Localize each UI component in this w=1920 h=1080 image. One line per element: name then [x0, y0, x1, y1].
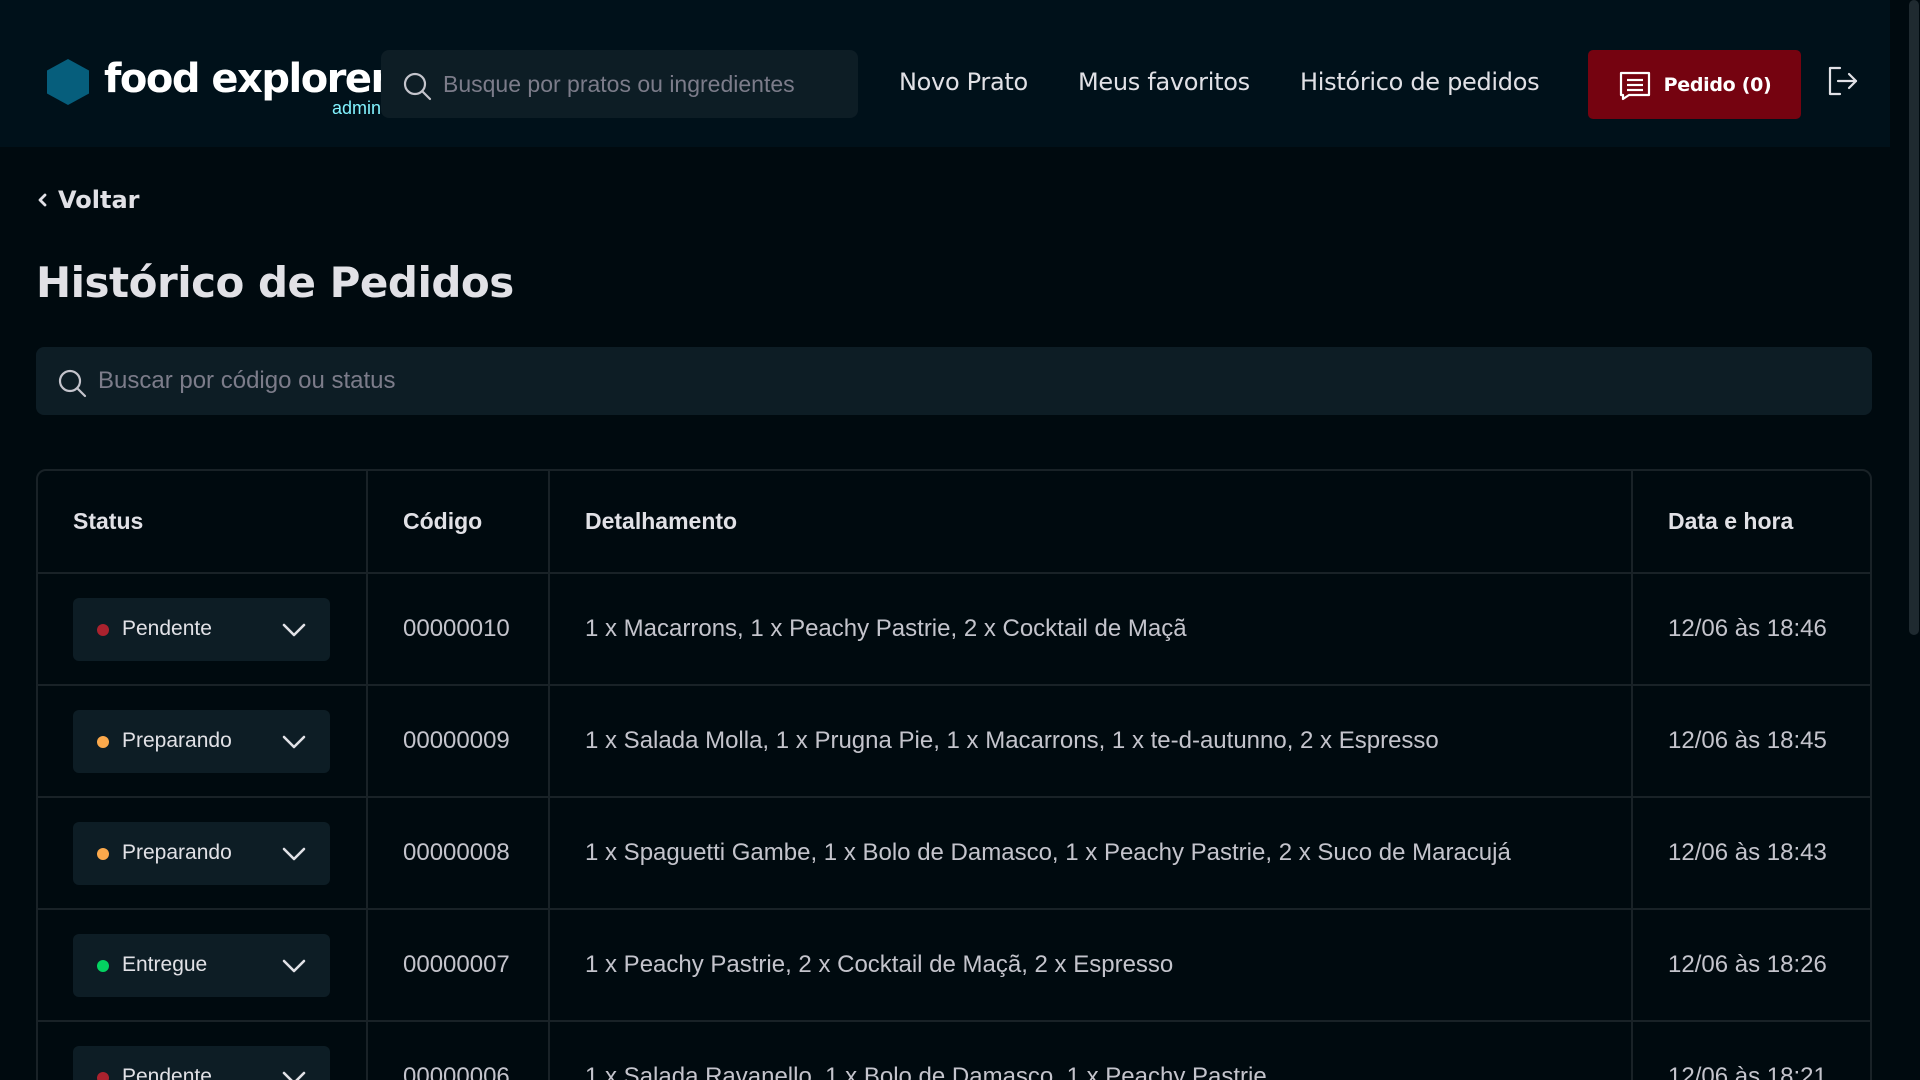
order-datetime: 12/06 às 18:43	[1632, 797, 1870, 910]
header-search-input[interactable]	[443, 50, 843, 118]
orders-search-bar	[36, 347, 1872, 415]
nav-new-dish-link[interactable]: Novo Prato	[899, 68, 1028, 96]
status-dropdown[interactable]: Preparando	[73, 821, 330, 885]
order-datetime: 12/06 às 18:21	[1632, 1021, 1870, 1080]
column-header-details: Detalhamento	[549, 471, 1633, 574]
orders-table: Status Código Detalhamento Data e hora P…	[36, 469, 1872, 1080]
status-dropdown[interactable]: Entregue	[73, 933, 330, 997]
status-cell: Entregue	[38, 909, 368, 1022]
chevron-down-icon	[282, 847, 306, 860]
receipt-icon	[1619, 71, 1650, 100]
status-cell: Preparando	[38, 685, 368, 798]
order-code: 00000008	[367, 797, 550, 910]
back-label: Voltar	[58, 186, 140, 214]
search-icon	[403, 72, 432, 101]
order-code: 00000007	[367, 909, 550, 1022]
column-header-code: Código	[367, 471, 550, 574]
column-header-status: Status	[38, 471, 368, 574]
order-datetime: 12/06 às 18:46	[1632, 573, 1870, 686]
order-button[interactable]: Pedido (0)	[1588, 50, 1801, 119]
table-row: Entregue 00000007 1 x Peachy Pastrie, 2 …	[38, 909, 1870, 1022]
chevron-left-icon	[38, 193, 47, 207]
status-dropdown[interactable]: Preparando	[73, 709, 330, 773]
status-label: Pendente	[122, 1064, 212, 1080]
chevron-down-icon	[282, 735, 306, 748]
back-link[interactable]: Voltar	[36, 184, 139, 216]
status-cell: Pendente	[38, 573, 368, 686]
orders-search-input[interactable]	[98, 347, 1848, 415]
header-search-bar	[381, 50, 858, 118]
status-dot	[97, 847, 109, 860]
brand-name: food explorer	[104, 56, 390, 102]
order-details: 1 x Spaguetti Gambe, 1 x Bolo de Damasco…	[549, 797, 1633, 910]
scrollbar-thumb[interactable]	[1909, 0, 1919, 635]
order-datetime: 12/06 às 18:45	[1632, 685, 1870, 798]
sign-out-icon[interactable]	[1826, 64, 1860, 98]
order-details: 1 x Macarrons, 1 x Peachy Pastrie, 2 x C…	[549, 573, 1633, 686]
brand-logo[interactable]: food explorer admin	[47, 56, 390, 122]
order-code: 00000010	[367, 573, 550, 686]
order-code: 00000006	[367, 1021, 550, 1080]
status-dot	[97, 735, 109, 748]
status-dot	[97, 959, 109, 972]
status-label: Entregue	[122, 952, 208, 976]
chevron-down-icon	[282, 1071, 306, 1080]
status-dropdown[interactable]: Pendente	[73, 1045, 330, 1080]
brand-admin-tag: admin	[331, 98, 381, 118]
order-details: 1 x Peachy Pastrie, 2 x Cocktail de Maçã…	[549, 909, 1633, 1022]
page-title: Histórico de Pedidos	[36, 258, 514, 307]
table-row: Pendente 00000010 1 x Macarrons, 1 x Pea…	[38, 573, 1870, 686]
status-cell: Preparando	[38, 797, 368, 910]
page: food explorer admin Novo Prato Meus favo…	[0, 0, 1920, 1080]
nav-favorites-link[interactable]: Meus favoritos	[1078, 68, 1250, 96]
order-details: 1 x Salada Molla, 1 x Prugna Pie, 1 x Ma…	[549, 685, 1633, 798]
nav-order-history-link[interactable]: Histórico de pedidos	[1300, 68, 1540, 96]
search-icon	[58, 369, 87, 398]
table-header-row: Status Código Detalhamento Data e hora	[38, 471, 1870, 574]
column-header-datetime: Data e hora	[1632, 471, 1870, 574]
status-label: Pendente	[122, 616, 212, 640]
hexagon-logo-icon	[47, 59, 89, 105]
chevron-down-icon	[282, 959, 306, 972]
order-details: 1 x Salada Ravanello, 1 x Bolo de Damasc…	[549, 1021, 1633, 1080]
status-dot	[97, 1071, 109, 1080]
status-cell: Pendente	[38, 1021, 368, 1080]
status-dot	[97, 623, 109, 636]
top-header: food explorer admin Novo Prato Meus favo…	[0, 0, 1890, 147]
order-button-label: Pedido (0)	[1663, 73, 1772, 96]
status-label: Preparando	[122, 728, 232, 752]
status-dropdown[interactable]: Pendente	[73, 597, 330, 661]
table-row: Preparando 00000008 1 x Spaguetti Gambe,…	[38, 797, 1870, 910]
table-row: Pendente 00000006 1 x Salada Ravanello, …	[38, 1021, 1870, 1080]
order-datetime: 12/06 às 18:26	[1632, 909, 1870, 1022]
chevron-down-icon	[282, 623, 306, 636]
table-row: Preparando 00000009 1 x Salada Molla, 1 …	[38, 685, 1870, 798]
order-code: 00000009	[367, 685, 550, 798]
status-label: Preparando	[122, 840, 232, 864]
